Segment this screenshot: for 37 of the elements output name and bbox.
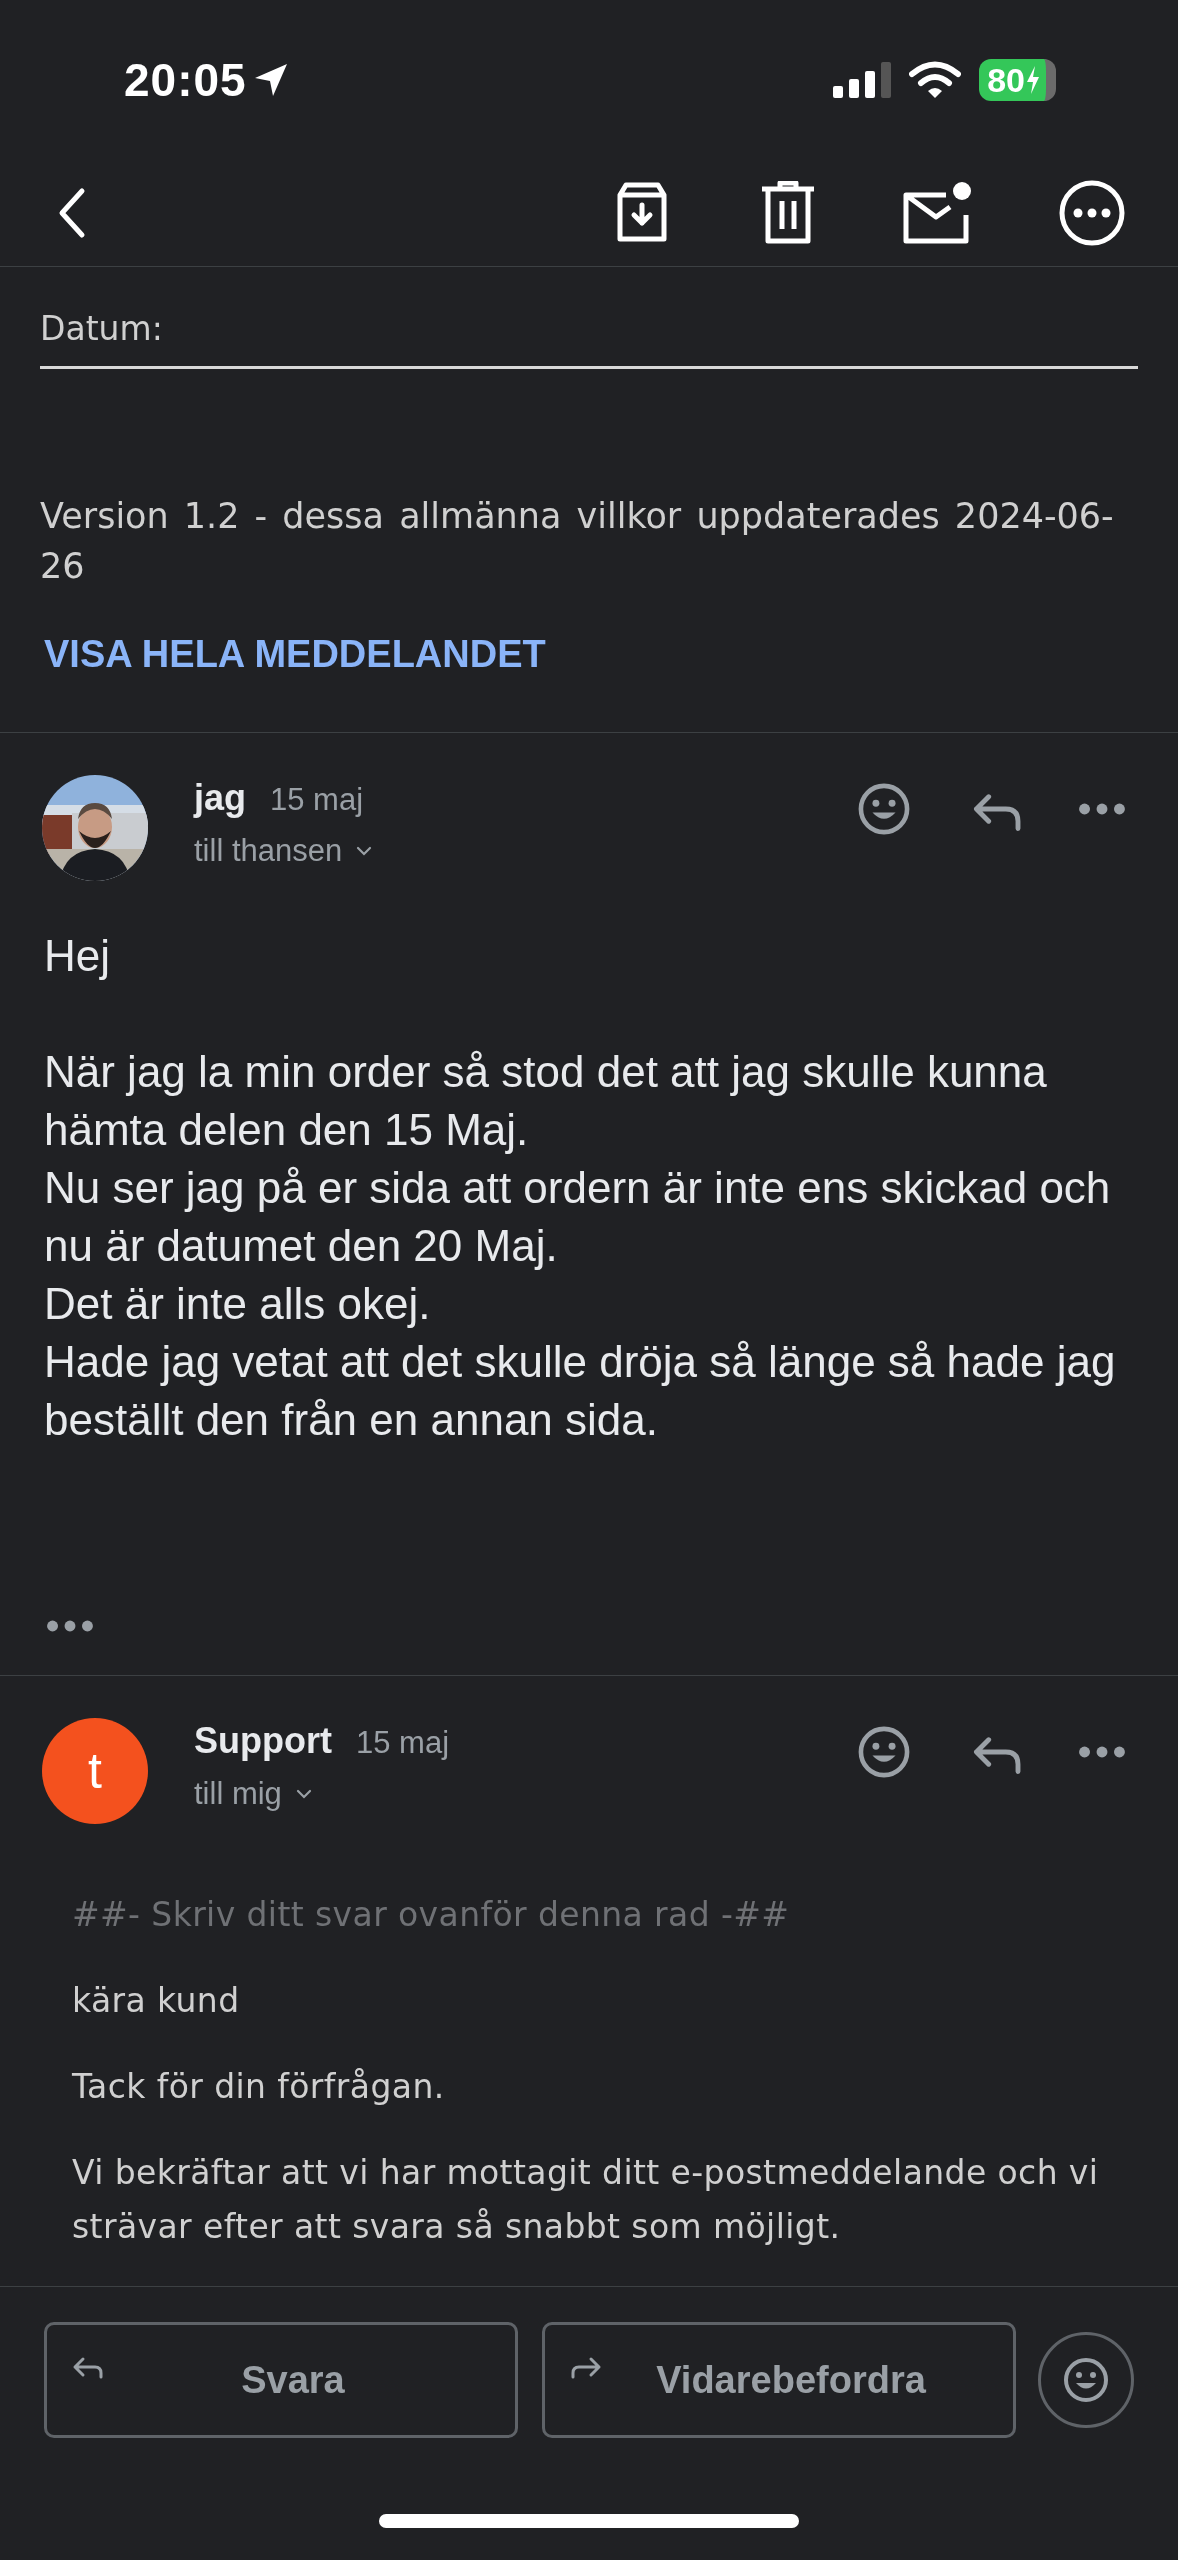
emoji-button[interactable] bbox=[1038, 2332, 1134, 2428]
chevron-down-icon bbox=[295, 1789, 312, 1799]
message-text: kära kund bbox=[72, 1980, 241, 2022]
field-label: Datum: bbox=[40, 309, 1138, 369]
message-date: 15 maj bbox=[270, 782, 364, 818]
clock-time: 20:05 bbox=[124, 53, 247, 107]
battery-indicator: 80 bbox=[979, 59, 1056, 101]
message-text: ##- Skriv ditt svar ovanför denna rad -## bbox=[72, 1894, 791, 1936]
charging-bolt-icon bbox=[1026, 66, 1040, 94]
trash-icon[interactable] bbox=[760, 181, 816, 245]
reply-icon bbox=[71, 2355, 105, 2381]
wifi-icon bbox=[909, 61, 962, 99]
message-text: Hej bbox=[44, 930, 112, 982]
message-text: Hade jag vetat att det skulle dröja så länge så hade jag beställt den från en annan sida. bbox=[44, 1336, 1117, 1446]
show-full-message-link[interactable]: VISA HELA MEDDELANDET bbox=[44, 633, 546, 676]
message-date: 15 maj bbox=[356, 1725, 450, 1761]
forward-button[interactable]: Vidarebefordra bbox=[542, 2322, 1016, 2438]
trimmed-content-icon[interactable] bbox=[46, 1619, 94, 1633]
forward-icon bbox=[569, 2355, 603, 2381]
more-icon[interactable] bbox=[1078, 1745, 1126, 1759]
avatar: t bbox=[42, 1718, 148, 1824]
recipient-toggle[interactable]: till thansen bbox=[194, 833, 373, 869]
message-text: Det är inte alls okej. bbox=[44, 1278, 432, 1330]
message-text: När jag la min order så stod det att jag skulle kunna hämta delen den 15 Maj. bbox=[44, 1046, 1048, 1156]
recipient-toggle[interactable]: till mig bbox=[194, 1776, 312, 1812]
more-icon[interactable] bbox=[1058, 179, 1126, 247]
message-text: Tack för din förfrågan. bbox=[72, 2066, 446, 2108]
more-icon[interactable] bbox=[1078, 802, 1126, 816]
sender-name: Support bbox=[194, 1720, 332, 1762]
signal-icon bbox=[833, 62, 892, 98]
reply-button[interactable]: Svara bbox=[44, 2322, 518, 2438]
unread-mail-icon[interactable] bbox=[902, 181, 972, 245]
message-text: Nu ser jag på er sida att ordern är inte ens skickad och nu är datumet den 20 Maj. bbox=[44, 1162, 1112, 1272]
sender-name: jag bbox=[194, 777, 246, 819]
message-text: Vi bekräftar att vi har mottagit ditt e-postmeddelande och vi strävar efter att svara så snabbt som möjligt. bbox=[72, 2152, 1100, 2248]
chevron-down-icon bbox=[356, 846, 373, 856]
version-text: Version 1.2 - dessa allmänna villkor uppdaterades 2024-06-26 bbox=[40, 495, 1115, 588]
